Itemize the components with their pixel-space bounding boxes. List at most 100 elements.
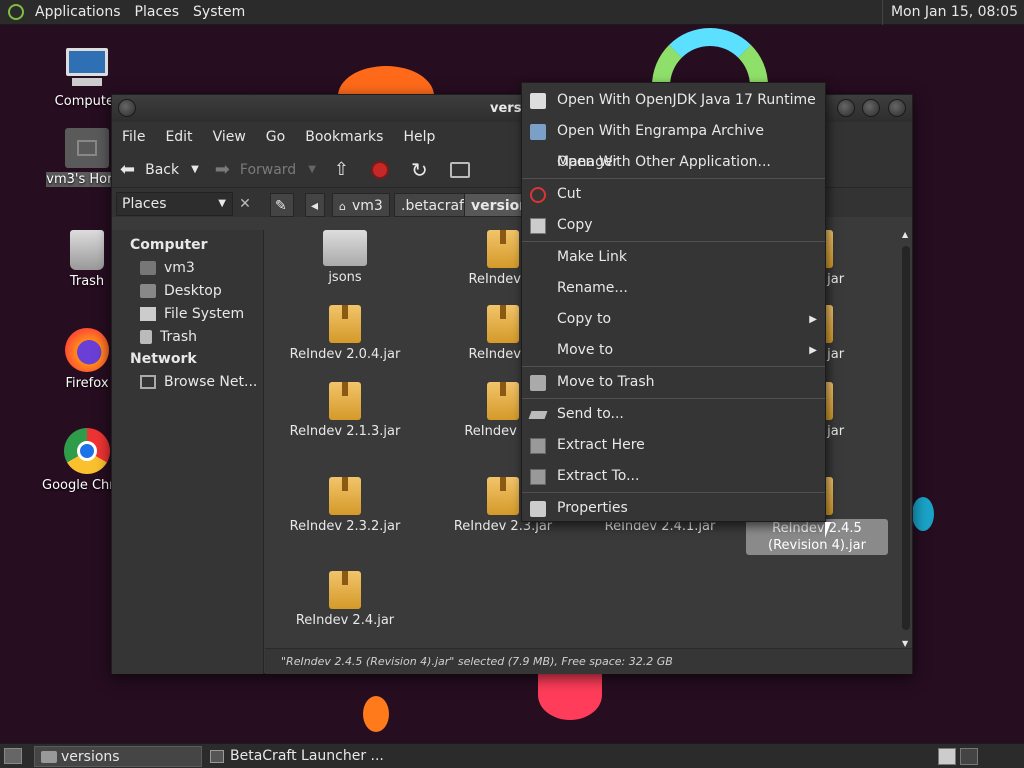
trash-icon: [140, 329, 152, 344]
wallpaper-teal-shape: [912, 497, 934, 531]
file-item[interactable]: ReIndev 2.1.3.jar: [270, 382, 420, 439]
menu-view[interactable]: View: [203, 129, 256, 145]
menu-item-label: Send to...: [557, 406, 624, 422]
menu-bookmarks[interactable]: Bookmarks: [295, 129, 393, 145]
menu-help[interactable]: Help: [393, 129, 445, 145]
scroll-up-arrow-icon[interactable]: ▲: [902, 230, 908, 239]
up-icon[interactable]: ⇧: [334, 159, 349, 180]
scissors-icon: [530, 187, 546, 203]
scrollbar-thumb[interactable]: [902, 246, 910, 630]
extract-icon: [530, 469, 546, 485]
stop-icon[interactable]: [371, 160, 389, 179]
sidebar-heading-network: Network: [130, 351, 197, 367]
file-label: jsons: [328, 270, 362, 285]
jar-package-icon: [329, 477, 361, 515]
menu-item-send-to[interactable]: Send to...: [522, 399, 825, 430]
sidebar-item-label: Trash: [160, 328, 197, 345]
breadcrumb-vm3[interactable]: ⌂ vm3: [332, 193, 390, 217]
file-item[interactable]: ReIndev 2.0.4.jar: [270, 305, 420, 362]
chrome-icon: [64, 428, 110, 474]
file-item[interactable]: ReIndev 2.3.2.jar: [270, 477, 420, 534]
home-folder-icon: [65, 128, 109, 168]
jar-package-icon: [329, 305, 361, 343]
distro-logo-icon[interactable]: [8, 4, 24, 20]
places-sidebar: Computer vm3 Desktop File System Trash N…: [112, 230, 264, 674]
menu-item-cut[interactable]: Cut: [522, 179, 825, 210]
menu-item-open-with-other-application[interactable]: Open With Other Application...: [522, 147, 825, 178]
sidebar-item-browse-network[interactable]: Browse Net...: [112, 370, 263, 393]
taskbar-item-betacraft[interactable]: BetaCraft Launcher ...: [204, 746, 384, 767]
menu-item-extract-here[interactable]: Extract Here: [522, 430, 825, 461]
sidebar-item-vm3[interactable]: vm3: [112, 256, 263, 279]
menu-item-copy-to[interactable]: Copy to ▶: [522, 304, 825, 335]
sidebar-heading-computer: Computer: [130, 237, 208, 253]
menu-item-properties[interactable]: Properties: [522, 493, 825, 524]
home-icon[interactable]: [449, 161, 470, 178]
back-history-dropdown[interactable]: ▼: [191, 164, 199, 175]
wallpaper-red-shape: [538, 670, 602, 720]
folder-item[interactable]: jsons: [270, 230, 420, 285]
show-desktop-icon[interactable]: [4, 748, 22, 764]
forward-history-dropdown[interactable]: ▼: [308, 164, 316, 175]
forward-button[interactable]: ➡ Forward: [215, 159, 296, 180]
places-combo[interactable]: Places ▼: [116, 192, 233, 216]
sidebar-item-label: Browse Net...: [164, 373, 258, 390]
menu-file[interactable]: File: [112, 129, 155, 145]
menu-item-copy[interactable]: Copy: [522, 210, 825, 241]
maximize-button[interactable]: [862, 99, 880, 117]
menu-item-open-with-openjdk-java-17-runtime[interactable]: Open With OpenJDK Java 17 Runtime: [522, 85, 825, 116]
menu-item-label: Cut: [557, 186, 582, 202]
home-folder-icon: [140, 260, 156, 275]
computer-icon: [64, 46, 110, 90]
reload-icon[interactable]: ↻: [411, 158, 428, 182]
sidebar-item-file-system[interactable]: File System: [112, 302, 263, 325]
jar-package-icon: [329, 382, 361, 420]
firefox-icon: [65, 328, 109, 372]
menu-item-open-with-engrampa-archive-manager[interactable]: Open With Engrampa Archive Manager: [522, 116, 825, 170]
scroll-down-arrow-icon[interactable]: ▼: [902, 639, 908, 648]
file-label: ReIndev 2.4.5 (Revision 4).jar: [746, 519, 888, 555]
system-menu[interactable]: System: [186, 4, 252, 20]
window-menu-button[interactable]: [118, 99, 136, 117]
places-menu[interactable]: Places: [128, 4, 187, 20]
workspace-switcher[interactable]: [938, 748, 956, 765]
jar-package-icon: [329, 571, 361, 609]
menu-item-rename[interactable]: Rename...: [522, 273, 825, 304]
close-sidebar-icon[interactable]: ✕: [234, 192, 256, 216]
menu-edit[interactable]: Edit: [155, 129, 202, 145]
menu-item-label: Extract Here: [557, 437, 645, 453]
back-button[interactable]: ⬅ Back: [120, 159, 179, 180]
menu-item-make-link[interactable]: Make Link: [522, 242, 825, 273]
file-item[interactable]: ReIndev 2.4.jar: [270, 571, 420, 628]
menu-item-label: Open With Other Application...: [557, 154, 771, 170]
menu-item-move-to-trash[interactable]: Move to Trash: [522, 367, 825, 398]
places-combo-label: Places: [122, 196, 167, 212]
archive-manager-icon: [530, 124, 546, 140]
minimize-button[interactable]: [837, 99, 855, 117]
taskbar-item-versions[interactable]: versions: [34, 746, 202, 767]
menu-item-extract-to[interactable]: Extract To...: [522, 461, 825, 492]
file-label: ReIndev 2.1.3.jar: [289, 424, 401, 439]
close-button[interactable]: [888, 99, 906, 117]
workspace-switcher-2[interactable]: [960, 748, 978, 765]
sidebar-item-trash[interactable]: Trash: [112, 325, 263, 348]
taskbar-item-label: BetaCraft Launcher ...: [230, 748, 384, 764]
file-label: ReIndev 2.0.4.jar: [289, 347, 401, 362]
applications-menu[interactable]: Applications: [28, 4, 128, 20]
submenu-arrow-icon: ▶: [809, 314, 817, 325]
vertical-scrollbar[interactable]: ▲ ▼: [900, 230, 912, 648]
taskbar-item-label: versions: [61, 749, 120, 765]
desktop-folder-icon: [140, 283, 156, 298]
back-arrow-icon: ⬅: [120, 159, 136, 180]
menu-item-label: Open With OpenJDK Java 17 Runtime: [557, 92, 816, 108]
clock[interactable]: Mon Jan 15, 08:05: [881, 0, 1024, 25]
menu-item-label: Move to: [557, 342, 614, 358]
edit-location-button[interactable]: ✎: [270, 193, 294, 217]
file-label: ReIndev 2.3.2.jar: [289, 519, 401, 534]
top-panel: Applications Places System Mon Jan 15, 0…: [0, 0, 1024, 25]
sidebar-item-desktop[interactable]: Desktop: [112, 279, 263, 302]
trash-icon: [530, 375, 546, 391]
menu-item-move-to[interactable]: Move to ▶: [522, 335, 825, 366]
menu-go[interactable]: Go: [256, 129, 295, 145]
breadcrumb-left-arrow[interactable]: ◂: [305, 193, 325, 217]
